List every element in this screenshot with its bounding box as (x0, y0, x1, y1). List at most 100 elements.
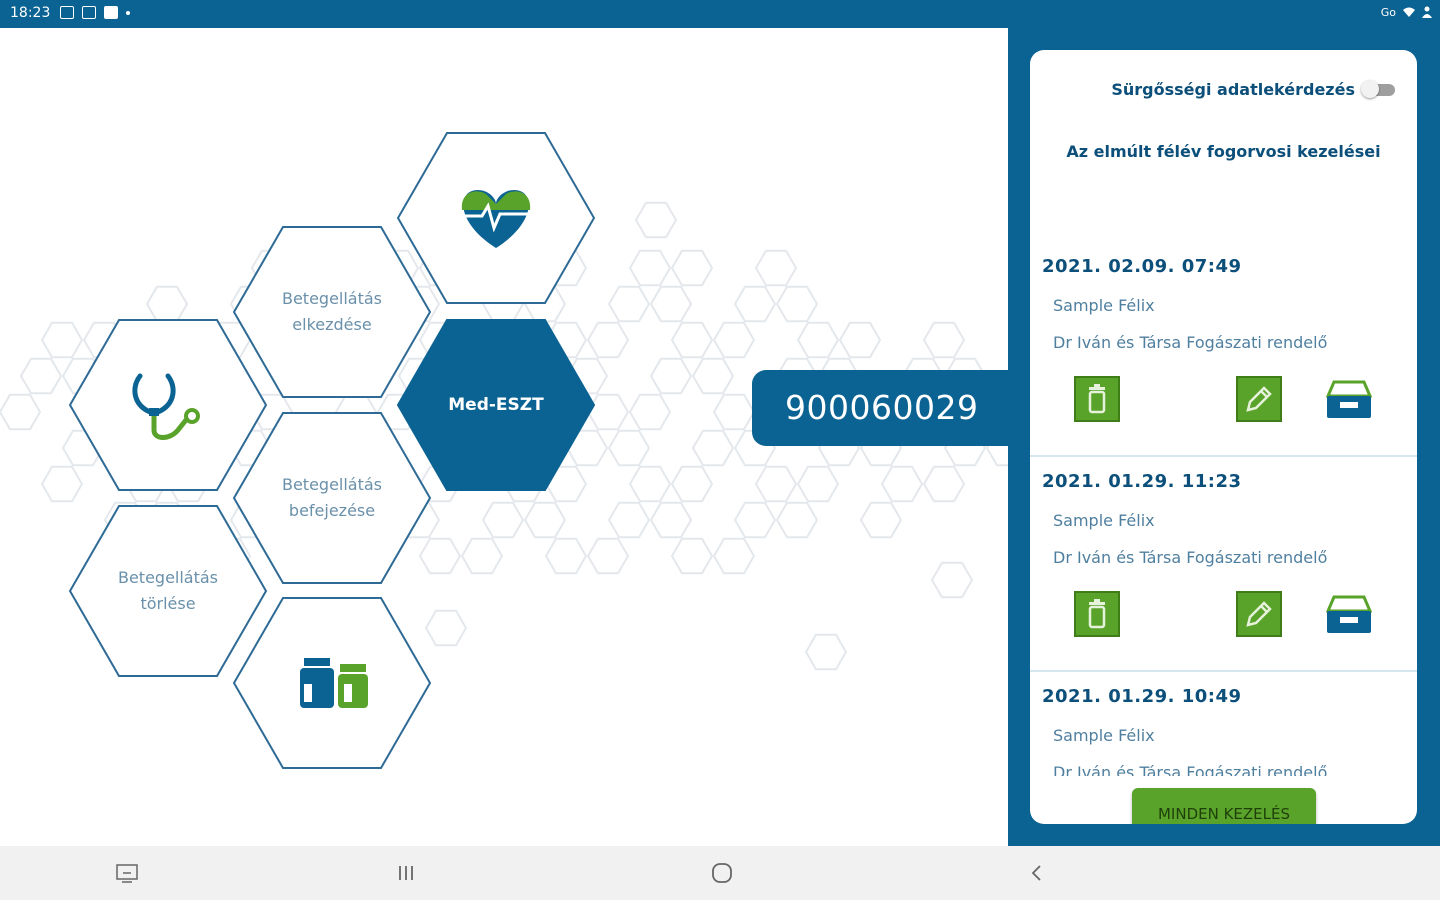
home-icon (712, 863, 732, 883)
status-left-icons (60, 6, 130, 19)
trash-icon (1088, 599, 1106, 629)
user-icon (1422, 6, 1432, 18)
patient-id: 900060029 (785, 388, 979, 427)
treatment-clinic: Dr Iván és Társa Fogászati rendelő (1053, 763, 1328, 776)
background-hex (670, 465, 714, 503)
wifi-icon (1403, 7, 1415, 17)
background-hex (523, 501, 567, 539)
more-dot-icon (126, 11, 130, 15)
background-hex (649, 501, 693, 539)
background-hex (586, 537, 630, 575)
navigation-bar (0, 846, 1440, 900)
background-hex (922, 321, 966, 359)
emergency-label: Sürgősségi adatlekérdezés (1111, 80, 1355, 99)
treatment-patient: Sample Félix (1053, 296, 1155, 315)
archive-button[interactable] (1325, 376, 1373, 422)
background-hex (19, 357, 63, 395)
background-hex (40, 465, 84, 503)
treatment-clinic: Dr Iván és Társa Fogászati rendelő (1053, 333, 1328, 352)
keyboard-button[interactable] (115, 862, 139, 884)
notification-icon (60, 6, 74, 19)
trash-icon (1088, 384, 1106, 414)
recent-apps-button[interactable] (394, 862, 418, 884)
treatment-patient: Sample Félix (1053, 511, 1155, 530)
background-hex (796, 321, 840, 359)
background-hex (628, 393, 672, 431)
background-hex (628, 249, 672, 287)
back-button[interactable] (1025, 862, 1049, 884)
background-hex (712, 537, 756, 575)
background-hex (0, 393, 42, 431)
background-hex (607, 501, 651, 539)
treatment-patient: Sample Félix (1053, 726, 1155, 745)
background-hex (481, 501, 525, 539)
status-time: 18:23 (10, 5, 51, 21)
background-hex (670, 249, 714, 287)
background-hex (691, 357, 735, 395)
home-button[interactable] (710, 862, 734, 884)
edit-icon (1246, 386, 1272, 412)
background-hex (796, 465, 840, 503)
edit-button[interactable] (1236, 376, 1282, 422)
emergency-row: Sürgősségi adatlekérdezés (1030, 78, 1417, 102)
background-hex (670, 321, 714, 359)
background-hex (754, 249, 798, 287)
inbox-icon (1325, 380, 1373, 418)
background-hex (418, 537, 462, 575)
background-hex (586, 393, 630, 431)
treatments-card: Sürgősségi adatlekérdezés Az elmúlt félé… (1030, 50, 1417, 824)
archive-button[interactable] (1325, 591, 1373, 637)
network-label: Go (1380, 6, 1396, 19)
treatment-date: 2021. 01.29. 11:23 (1042, 471, 1242, 492)
treatment-item: 2021. 02.09. 07:49 Sample Félix Dr Iván … (1030, 240, 1417, 457)
background-hex (607, 429, 651, 467)
treatments-sidebar: Sürgősségi adatlekérdezés Az elmúlt félé… (1008, 28, 1440, 846)
recent-apps-icon (399, 866, 413, 880)
background-hex (733, 501, 777, 539)
emergency-toggle[interactable] (1361, 80, 1397, 98)
background-hex (838, 321, 882, 359)
background-hex (460, 537, 504, 575)
background-hex (880, 465, 924, 503)
background-hex (775, 285, 819, 323)
delete-button[interactable] (1074, 591, 1120, 637)
background-hex (586, 321, 630, 359)
background-hex (649, 285, 693, 323)
background-hex (691, 429, 735, 467)
patient-id-badge: 900060029 (752, 370, 1052, 446)
background-hex (424, 609, 468, 647)
background-hex (754, 465, 798, 503)
background-hex (804, 633, 848, 671)
keyboard-icon (116, 864, 138, 883)
delete-button[interactable] (1074, 376, 1120, 422)
background-hex (712, 321, 756, 359)
brand-label: Med-ESZT (448, 395, 544, 415)
treatment-date: 2021. 02.09. 07:49 (1042, 256, 1242, 277)
edit-icon (1246, 601, 1272, 627)
edit-button[interactable] (1236, 591, 1282, 637)
treatment-list[interactable]: 2021. 02.09. 07:49 Sample Félix Dr Iván … (1030, 240, 1417, 776)
treatment-item: 2021. 01.29. 11:23 Sample Félix Dr Iván … (1030, 455, 1417, 672)
treatment-item: 2021. 01.29. 10:49 Sample Félix Dr Iván … (1030, 670, 1417, 776)
background-hex (775, 501, 819, 539)
background-hex (733, 285, 777, 323)
background-hex (859, 501, 903, 539)
background-hex (607, 285, 651, 323)
background-hex (634, 201, 678, 239)
status-right-icons: Go (1381, 6, 1432, 19)
message-icon (104, 6, 118, 19)
document-icon (82, 6, 96, 19)
finish-care-label: Betegellátás befejezése (281, 475, 383, 520)
all-treatments-button[interactable]: MINDEN KEZELÉS (1132, 788, 1316, 824)
status-bar: 18:23 Go (0, 0, 1440, 28)
section-title: Az elmúlt félév fogorvosi kezelései (1066, 142, 1381, 161)
background-hex (922, 465, 966, 503)
back-icon (1031, 865, 1041, 881)
start-care-label: Betegellátás elkezdése (281, 289, 383, 334)
background-hex (649, 357, 693, 395)
inbox-icon (1325, 595, 1373, 633)
background-hex (712, 393, 756, 431)
treatment-date: 2021. 01.29. 10:49 (1042, 686, 1242, 707)
background-hex (628, 465, 672, 503)
delete-care-label: Betegellátás törlése (117, 568, 219, 613)
